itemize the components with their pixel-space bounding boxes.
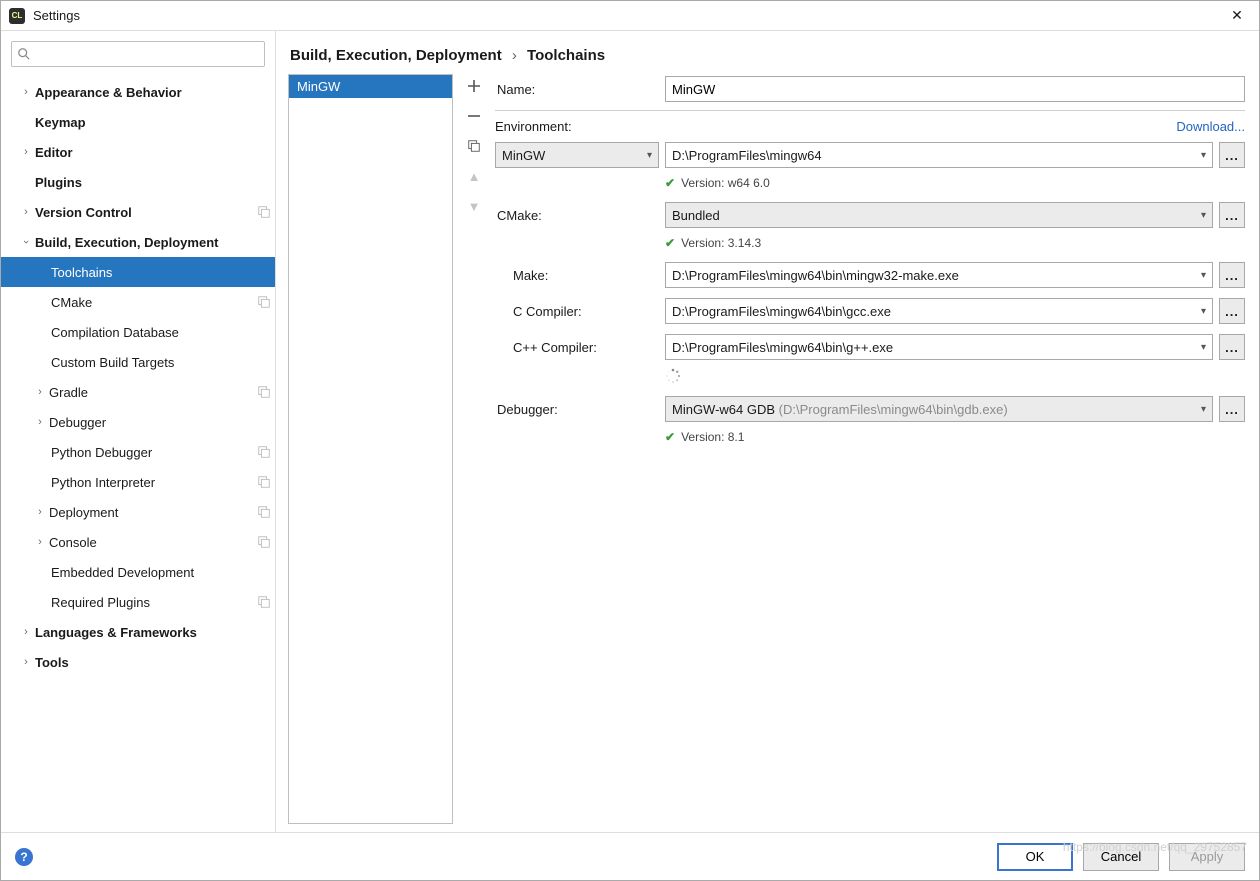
ok-button[interactable]: OK bbox=[997, 843, 1073, 871]
tree-cbt[interactable]: Custom Build Targets bbox=[1, 347, 275, 377]
help-icon[interactable]: ? bbox=[15, 848, 33, 866]
tree-keymap[interactable]: Keymap bbox=[1, 107, 275, 137]
cxx-select[interactable]: D:\ProgramFiles\mingw64\bin\g++.exe▾ bbox=[665, 334, 1213, 360]
settings-tree: ›Appearance & Behavior Keymap ›Editor Pl… bbox=[1, 75, 275, 832]
list-item[interactable]: MinGW bbox=[289, 75, 452, 98]
breadcrumb-root[interactable]: Build, Execution, Deployment bbox=[290, 47, 502, 64]
toolchain-list[interactable]: MinGW bbox=[288, 74, 453, 824]
dbg-version: Version: 8.1 bbox=[681, 430, 744, 444]
env-path-select[interactable]: D:\ProgramFiles\mingw64▾ bbox=[665, 142, 1213, 168]
remove-icon[interactable] bbox=[464, 106, 484, 126]
close-icon[interactable]: ✕ bbox=[1223, 7, 1251, 24]
tree-tools[interactable]: ›Tools bbox=[1, 647, 275, 677]
tree-plugins[interactable]: Plugins bbox=[1, 167, 275, 197]
cmake-label: CMake: bbox=[495, 208, 665, 223]
project-icon bbox=[257, 535, 271, 549]
browse-button[interactable]: ... bbox=[1219, 298, 1245, 324]
tree-reqplug[interactable]: Required Plugins bbox=[1, 587, 275, 617]
tree-vcs[interactable]: ›Version Control bbox=[1, 197, 275, 227]
move-down-icon: ▼ bbox=[464, 196, 484, 216]
name-label: Name: bbox=[495, 82, 665, 97]
project-icon bbox=[257, 505, 271, 519]
browse-button[interactable]: ... bbox=[1219, 262, 1245, 288]
cmake-version: Version: 3.14.3 bbox=[681, 236, 761, 250]
tree-pydbg[interactable]: Python Debugger bbox=[1, 437, 275, 467]
tree-langfw[interactable]: ›Languages & Frameworks bbox=[1, 617, 275, 647]
check-icon: ✔ bbox=[665, 176, 675, 190]
name-input[interactable] bbox=[665, 76, 1245, 102]
project-icon bbox=[257, 445, 271, 459]
tree-pyint[interactable]: Python Interpreter bbox=[1, 467, 275, 497]
chevron-down-icon: ▾ bbox=[1201, 306, 1206, 317]
tree-embdev[interactable]: Embedded Development bbox=[1, 557, 275, 587]
settings-sidebar: ›Appearance & Behavior Keymap ›Editor Pl… bbox=[1, 31, 276, 832]
project-icon bbox=[257, 475, 271, 489]
search-input[interactable] bbox=[34, 44, 258, 61]
tree-toolchains[interactable]: Toolchains bbox=[1, 257, 275, 287]
cancel-button[interactable]: Cancel bbox=[1083, 843, 1159, 871]
toolchain-form: Name: Environment: Download... MinGW▾ bbox=[495, 74, 1249, 824]
chevron-down-icon: ▾ bbox=[1201, 210, 1206, 221]
search-icon bbox=[17, 47, 31, 61]
project-icon bbox=[257, 595, 271, 609]
cmake-select[interactable]: Bundled▾ bbox=[665, 202, 1213, 228]
tree-gradle[interactable]: ›Gradle bbox=[1, 377, 275, 407]
check-icon: ✔ bbox=[665, 430, 675, 444]
make-select[interactable]: D:\ProgramFiles\mingw64\bin\mingw32-make… bbox=[665, 262, 1213, 288]
project-icon bbox=[257, 205, 271, 219]
dbg-label: Debugger: bbox=[495, 402, 665, 417]
project-icon bbox=[257, 295, 271, 309]
add-icon[interactable] bbox=[464, 76, 484, 96]
cc-label: C Compiler: bbox=[495, 304, 665, 319]
chevron-right-icon: › bbox=[512, 47, 517, 64]
chevron-down-icon: ▾ bbox=[1201, 150, 1206, 161]
browse-button[interactable]: ... bbox=[1219, 142, 1245, 168]
browse-button[interactable]: ... bbox=[1219, 202, 1245, 228]
make-label: Make: bbox=[495, 268, 665, 283]
dialog-footer: ? OK Cancel Apply https://blog.csdn.net/… bbox=[1, 832, 1259, 880]
titlebar: Settings ✕ bbox=[1, 1, 1259, 31]
cxx-label: C++ Compiler: bbox=[495, 340, 665, 355]
apply-button: Apply bbox=[1169, 843, 1245, 871]
breadcrumb: Build, Execution, Deployment › Toolchain… bbox=[290, 47, 1249, 64]
env-label: Environment: bbox=[495, 119, 572, 134]
env-type-select[interactable]: MinGW▾ bbox=[495, 142, 659, 168]
tree-editor[interactable]: ›Editor bbox=[1, 137, 275, 167]
tree-appearance[interactable]: ›Appearance & Behavior bbox=[1, 77, 275, 107]
debugger-select[interactable]: MinGW-w64 GDB (D:\ProgramFiles\mingw64\b… bbox=[665, 396, 1213, 422]
check-icon: ✔ bbox=[665, 236, 675, 250]
browse-button[interactable]: ... bbox=[1219, 334, 1245, 360]
tree-debugger[interactable]: ›Debugger bbox=[1, 407, 275, 437]
move-up-icon: ▲ bbox=[464, 166, 484, 186]
project-icon bbox=[257, 385, 271, 399]
chevron-down-icon: ▾ bbox=[1201, 404, 1206, 415]
window-title: Settings bbox=[33, 8, 1223, 23]
tree-deploy[interactable]: ›Deployment bbox=[1, 497, 275, 527]
chevron-down-icon: ▾ bbox=[1201, 270, 1206, 281]
chevron-down-icon: ▾ bbox=[647, 150, 652, 161]
chevron-down-icon: ▾ bbox=[1201, 342, 1206, 353]
copy-icon[interactable] bbox=[464, 136, 484, 156]
app-icon bbox=[9, 8, 25, 24]
breadcrumb-leaf: Toolchains bbox=[527, 47, 605, 64]
cc-select[interactable]: D:\ProgramFiles\mingw64\bin\gcc.exe▾ bbox=[665, 298, 1213, 324]
env-version: Version: w64 6.0 bbox=[681, 176, 770, 190]
browse-button[interactable]: ... bbox=[1219, 396, 1245, 422]
tree-compdb[interactable]: Compilation Database bbox=[1, 317, 275, 347]
download-link[interactable]: Download... bbox=[1176, 119, 1245, 134]
tree-console[interactable]: ›Console bbox=[1, 527, 275, 557]
search-input-wrap[interactable] bbox=[11, 41, 265, 67]
list-toolbar: ▲ ▼ bbox=[461, 74, 487, 824]
tree-bed[interactable]: ›Build, Execution, Deployment bbox=[1, 227, 275, 257]
tree-cmake[interactable]: CMake bbox=[1, 287, 275, 317]
spinner-icon bbox=[665, 368, 681, 384]
